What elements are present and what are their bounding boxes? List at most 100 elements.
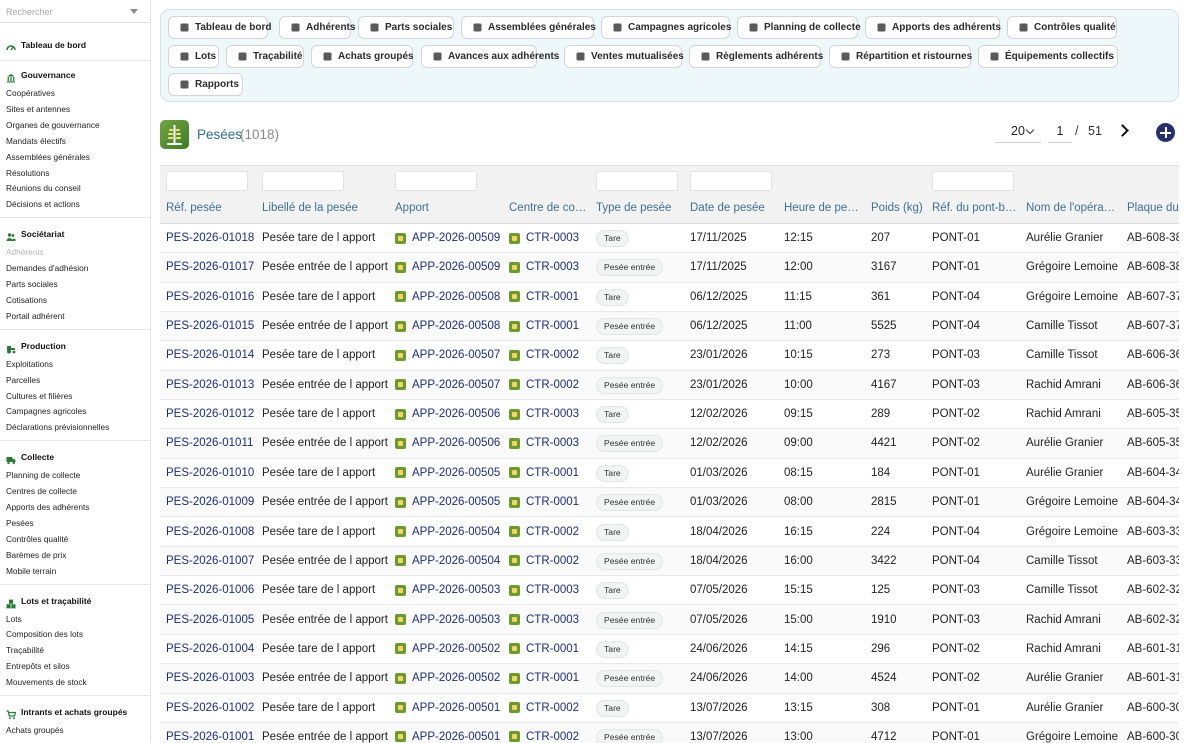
- column-filter-input[interactable]: [596, 171, 678, 191]
- next-page-chevron-icon[interactable]: [1115, 122, 1133, 140]
- column-header-plaque-du[interactable]: Plaque du: [1127, 202, 1179, 214]
- table-row[interactable]: PES-2026-01006 Pesée tare de l apport APP-…: [160, 576, 1179, 606]
- sidebar-item-apports-des-adherents[interactable]: Apports des adhérents: [6, 501, 89, 514]
- collection-center-link[interactable]: CTR-0002: [509, 555, 591, 567]
- sidebar-item-controles-qualite[interactable]: Contrôles qualité: [6, 533, 68, 546]
- module-tracabilite-button[interactable]: Traçabilité: [226, 45, 304, 68]
- table-row[interactable]: PES-2026-01005 Pesée entrée de l apport AP…: [160, 605, 1179, 635]
- module-rapports-button[interactable]: Rapports: [168, 73, 243, 96]
- delivery-link[interactable]: APP-2026-00501: [395, 731, 505, 743]
- collection-center-link[interactable]: CTR-0001: [509, 467, 591, 479]
- table-row[interactable]: PES-2026-01008 Pesée tare de l apport APP-…: [160, 518, 1179, 547]
- weighing-ref-link[interactable]: PES-2026-01012: [166, 408, 258, 420]
- module-tableau-de-bord-button[interactable]: Tableau de bord: [168, 16, 272, 39]
- current-page-input[interactable]: 1: [1048, 121, 1072, 143]
- table-row[interactable]: PES-2026-01001 Pesée entrée de l apport AP…: [160, 722, 1179, 743]
- delivery-link[interactable]: APP-2026-00505: [395, 496, 505, 508]
- weighing-ref-link[interactable]: PES-2026-01001: [166, 731, 258, 743]
- delivery-link[interactable]: APP-2026-00507: [395, 379, 505, 391]
- column-header-ref-du-pont-b[interactable]: Réf. du pont-b…: [932, 202, 1022, 214]
- column-filter-input[interactable]: [395, 171, 477, 191]
- module-repartition-et-ristournes-button[interactable]: Répartition et ristournes: [829, 45, 972, 68]
- sidebar-item-cotisations[interactable]: Cotisations: [6, 294, 47, 307]
- sidebar-section-gouvernance[interactable]: Gouvernance: [0, 68, 150, 84]
- delivery-link[interactable]: APP-2026-00507: [395, 349, 505, 361]
- weighing-ref-link[interactable]: PES-2026-01005: [166, 614, 258, 626]
- weighing-ref-link[interactable]: PES-2026-01010: [166, 467, 258, 479]
- column-header-heure-de-pe[interactable]: Heure de pe…: [784, 202, 864, 214]
- sidebar-item-achats-groupes[interactable]: Achats groupés: [6, 724, 64, 737]
- sidebar-section-production[interactable]: Production: [0, 339, 150, 355]
- module-parts-sociales-button[interactable]: Parts sociales: [358, 16, 454, 39]
- module-controles-qualite-button[interactable]: Contrôles qualité: [1007, 16, 1117, 39]
- column-header-apport[interactable]: Apport: [395, 202, 505, 214]
- column-filter-input[interactable]: [932, 171, 1014, 191]
- table-row[interactable]: PES-2026-01012 Pesée tare de l apport APP-…: [160, 400, 1179, 430]
- column-header-type-de-pesee[interactable]: Type de pesée: [596, 202, 686, 214]
- table-row[interactable]: PES-2026-01017 Pesée entrée de l apport AP…: [160, 253, 1179, 283]
- delivery-link[interactable]: APP-2026-00503: [395, 584, 505, 596]
- weighing-ref-link[interactable]: PES-2026-01015: [166, 320, 258, 332]
- module-achats-groupes-button[interactable]: Achats groupés: [311, 45, 414, 68]
- column-header-date-de-pesee[interactable]: Date de pesée: [690, 202, 780, 214]
- collection-center-link[interactable]: CTR-0003: [509, 437, 591, 449]
- weighing-ref-link[interactable]: PES-2026-01009: [166, 496, 258, 508]
- table-row[interactable]: PES-2026-01013 Pesée entrée de l apport AP…: [160, 370, 1179, 401]
- sidebar-item-portail-adherent[interactable]: Portail adhérent: [6, 310, 65, 323]
- sidebar-section-societariat[interactable]: Sociétariat: [0, 227, 150, 243]
- sidebar-item-sites-et-antennes[interactable]: Sites et antennes: [6, 103, 70, 116]
- delivery-link[interactable]: APP-2026-00504: [395, 555, 505, 567]
- module-apports-des-adherents-button[interactable]: Apports des adhérents: [865, 16, 1001, 39]
- sidebar-section-intrants-et-achats-groupes[interactable]: Intrants et achats groupés: [0, 705, 150, 721]
- delivery-link[interactable]: APP-2026-00502: [395, 643, 505, 655]
- sidebar-item-parts-sociales[interactable]: Parts sociales: [6, 278, 58, 291]
- module-adherents-button[interactable]: Adhérents: [279, 16, 355, 39]
- table-row[interactable]: PES-2026-01018 Pesée tare de l apport APP-…: [160, 224, 1179, 254]
- sidebar-section-collecte[interactable]: Collecte: [0, 450, 150, 466]
- collection-center-link[interactable]: CTR-0002: [509, 702, 591, 714]
- module-avances-aux-adherents-button[interactable]: Avances aux adhérents: [421, 45, 559, 68]
- table-row[interactable]: PES-2026-01011 Pesée entrée de l apport AP…: [160, 429, 1179, 459]
- sidebar-item-mouvements-de-stock[interactable]: Mouvements de stock: [6, 676, 87, 689]
- table-row[interactable]: PES-2026-01014 Pesée tare de l apport APP-…: [160, 341, 1179, 371]
- sidebar-item-mobile-terrain[interactable]: Mobile terrain: [6, 565, 56, 578]
- sidebar-item-declarations-previsionnelles[interactable]: Déclarations prévisionnelles: [6, 421, 109, 434]
- sidebar-item-parcelles[interactable]: Parcelles: [6, 374, 40, 387]
- delivery-link[interactable]: APP-2026-00501: [395, 702, 505, 714]
- delivery-link[interactable]: APP-2026-00506: [395, 437, 505, 449]
- module-assemblees-generales-button[interactable]: Assemblées générales: [461, 16, 596, 39]
- weighing-ref-link[interactable]: PES-2026-01008: [166, 526, 258, 538]
- weighing-ref-link[interactable]: PES-2026-01006: [166, 584, 258, 596]
- sidebar-item-assemblees-generales[interactable]: Assemblées générales: [6, 151, 90, 164]
- search-dropdown-caret-icon[interactable]: [130, 9, 138, 14]
- delivery-link[interactable]: APP-2026-00506: [395, 408, 505, 420]
- weighing-ref-link[interactable]: PES-2026-01013: [166, 379, 258, 391]
- search-input[interactable]: [6, 4, 126, 19]
- sidebar-item-entrepots-et-silos[interactable]: Entrepôts et silos: [6, 660, 70, 673]
- module-equipements-collectifs-button[interactable]: Équipements collectifs: [978, 45, 1118, 68]
- weighing-ref-link[interactable]: PES-2026-01003: [166, 672, 258, 684]
- collection-center-link[interactable]: CTR-0003: [509, 261, 591, 273]
- column-header-poids-kg[interactable]: Poids (kg): [871, 202, 927, 214]
- weighing-ref-link[interactable]: PES-2026-01018: [166, 232, 258, 244]
- collection-center-link[interactable]: CTR-0001: [509, 291, 591, 303]
- page-size-select[interactable]: 20: [995, 121, 1041, 143]
- table-row[interactable]: PES-2026-01010 Pesée tare de l apport APP-…: [160, 459, 1179, 489]
- table-row[interactable]: PES-2026-01009 Pesée entrée de l apport AP…: [160, 488, 1179, 518]
- weighing-ref-link[interactable]: PES-2026-01016: [166, 291, 258, 303]
- sidebar-item-adherents[interactable]: Adhérents: [6, 246, 44, 259]
- column-filter-input[interactable]: [262, 171, 344, 191]
- table-row[interactable]: PES-2026-01015 Pesée entrée de l apport AP…: [160, 312, 1179, 342]
- collection-center-link[interactable]: CTR-0002: [509, 731, 591, 743]
- module-lots-button[interactable]: Lots: [168, 45, 219, 68]
- collection-center-link[interactable]: CTR-0001: [509, 496, 591, 508]
- sidebar-item-campagnes-agricoles[interactable]: Campagnes agricoles: [6, 405, 86, 418]
- weighing-ref-link[interactable]: PES-2026-01017: [166, 261, 258, 273]
- weighing-ref-link[interactable]: PES-2026-01004: [166, 643, 258, 655]
- delivery-link[interactable]: APP-2026-00509: [395, 232, 505, 244]
- delivery-link[interactable]: APP-2026-00504: [395, 526, 505, 538]
- collection-center-link[interactable]: CTR-0003: [509, 408, 591, 420]
- sidebar-item-reunions-du-conseil[interactable]: Réunions du conseil: [6, 182, 81, 195]
- sidebar-item-cultures-et-filieres[interactable]: Cultures et filières: [6, 390, 72, 403]
- table-row[interactable]: PES-2026-01004 Pesée tare de l apport APP-…: [160, 635, 1179, 665]
